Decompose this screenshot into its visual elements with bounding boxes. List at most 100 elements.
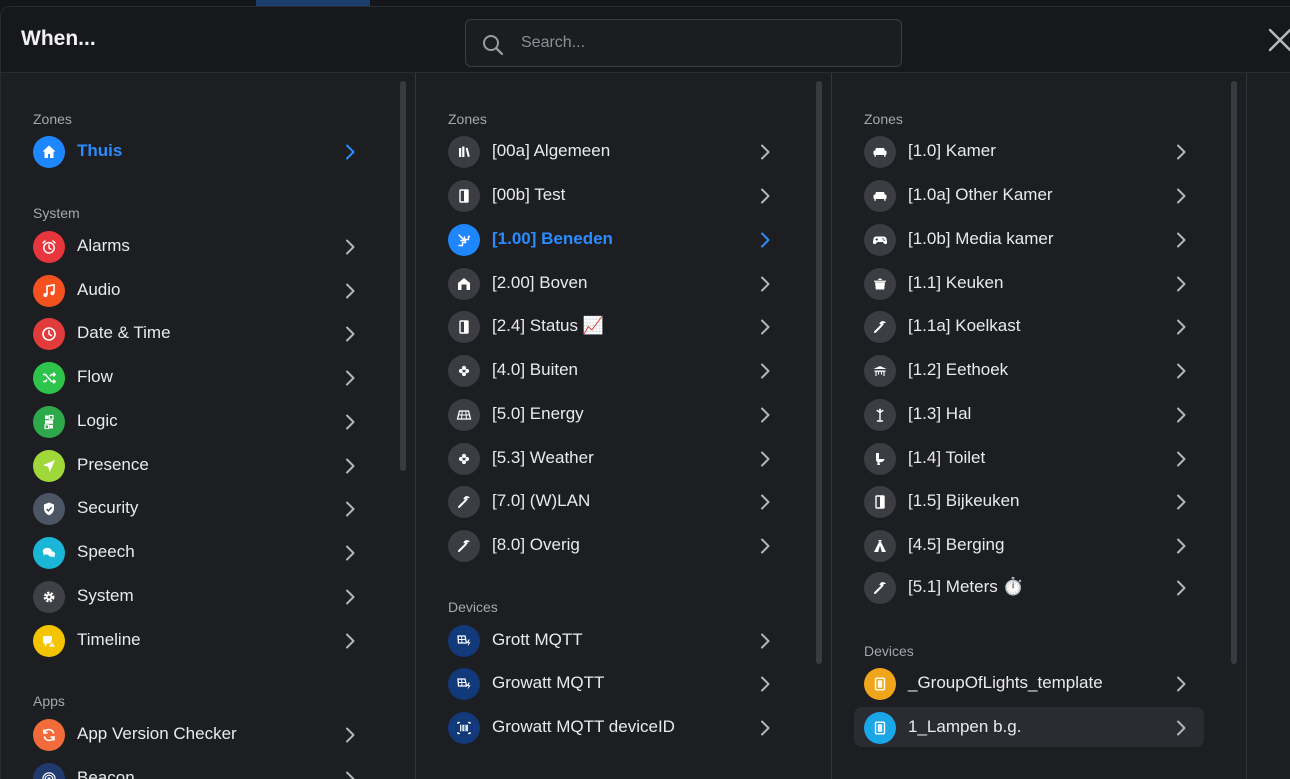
list-item-grott-mqtt[interactable]: Grott MQTT (438, 620, 788, 660)
search-input[interactable] (521, 20, 891, 66)
list-item-timeline[interactable]: Timeline (23, 620, 373, 660)
list-item-1-lampen-b-g[interactable]: 1_Lampen b.g. (854, 707, 1204, 747)
chevron-right-icon (346, 283, 355, 299)
beacon-icon (33, 763, 65, 779)
list-item-1-1a-koelkast[interactable]: [1.1a] Koelkast (854, 306, 1204, 346)
chevron-right-icon (1177, 232, 1186, 248)
list-item-1-4-toilet[interactable]: [1.4] Toilet (854, 438, 1204, 478)
list-item-1-0-kamer[interactable]: [1.0] Kamer (854, 131, 1204, 171)
list-item-4-0-buiten[interactable]: [4.0] Buiten (438, 350, 788, 390)
solar-panel-bolt-icon (448, 668, 480, 700)
column-3[interactable]: Zones [1.0] Kamer [1.0a] Other Kamer [1.0b]… (832, 73, 1246, 779)
list-item-thuis[interactable]: Thuis (23, 131, 373, 171)
list-item-system[interactable]: System (23, 576, 373, 616)
list-item-beacon[interactable]: Beacon (23, 758, 373, 779)
list-item-date-time[interactable]: Date & Time (23, 313, 373, 353)
chevron-right-icon (346, 458, 355, 474)
list-item-2-4-status[interactable]: [2.4] Status 📈 (438, 306, 788, 346)
list-item-flow[interactable]: Flow (23, 357, 373, 397)
chevron-right-icon (1177, 144, 1186, 160)
list-item-logic[interactable]: Logic (23, 401, 373, 441)
column-1-scrollbar[interactable] (400, 81, 406, 471)
list-item-label: Audio (77, 280, 121, 299)
list-item-1-1-keuken[interactable]: [1.1] Keuken (854, 263, 1204, 303)
chevron-right-icon (761, 633, 770, 649)
list-item-groupoflights-template[interactable]: _GroupOfLights_template (854, 663, 1204, 703)
columns: Zones Thuis System Alarms Audio Date & Time Fl… (1, 73, 1290, 779)
list-item-label: Logic (77, 411, 118, 430)
column-2[interactable]: Zones [00a] Algemeen [00b] Test [1.00] Bene… (416, 73, 831, 779)
list-item-label: Grott MQTT (492, 630, 583, 649)
column-3-scrollbar[interactable] (1231, 81, 1237, 664)
section-title-zones: Zones (864, 111, 903, 127)
dining-table-icon (864, 355, 896, 387)
section-title-system: System (33, 205, 80, 221)
solar-panel-bolt-icon (448, 625, 480, 657)
sofa-icon (864, 136, 896, 168)
list-item-7-0-w-lan[interactable]: [7.0] (W)LAN (438, 481, 788, 521)
door-icon (448, 311, 480, 343)
list-item-label: [1.0a] Other Kamer (908, 185, 1053, 204)
chevron-right-icon (346, 326, 355, 342)
chevron-right-icon (1177, 188, 1186, 204)
chevron-right-icon (1177, 451, 1186, 467)
list-item-label: Growatt MQTT deviceID (492, 717, 675, 736)
close-button[interactable] (1267, 27, 1290, 53)
location-arrow-icon (33, 450, 65, 482)
list-item-2-00-boven[interactable]: [2.00] Boven (438, 263, 788, 303)
list-item-label: [1.2] Eethoek (908, 360, 1009, 379)
list-item-audio[interactable]: Audio (23, 270, 373, 310)
list-item-1-0b-media-kamer[interactable]: [1.0b] Media kamer (854, 219, 1204, 259)
timeline-warning-icon (33, 625, 65, 657)
list-item-presence[interactable]: Presence (23, 445, 373, 485)
list-item-8-0-overig[interactable]: [8.0] Overig (438, 525, 788, 565)
list-item-5-1-meters[interactable]: [5.1] Meters ⏱️ (854, 567, 1204, 607)
list-item-1-00-beneden[interactable]: [1.00] Beneden (438, 219, 788, 259)
column-2-scrollbar[interactable] (816, 81, 822, 664)
chevron-right-icon (346, 545, 355, 561)
hammer-icon (448, 530, 480, 562)
list-item-00a-algemeen[interactable]: [00a] Algemeen (438, 131, 788, 171)
list-item-speech[interactable]: Speech (23, 532, 373, 572)
door-icon (864, 486, 896, 518)
coat-rack-icon (864, 399, 896, 431)
section-title-devices: Devices (864, 643, 914, 659)
list-item-label: [00b] Test (492, 185, 566, 204)
chevron-right-icon (346, 239, 355, 255)
chevron-right-icon (761, 144, 770, 160)
list-item-growatt-mqtt[interactable]: Growatt MQTT (438, 663, 788, 703)
chevron-right-icon (346, 414, 355, 430)
list-item-security[interactable]: Security (23, 488, 373, 528)
hammer-icon (448, 486, 480, 518)
list-item-app-version-checker[interactable]: App Version Checker (23, 714, 373, 754)
column-1[interactable]: Zones Thuis System Alarms Audio Date & Time Fl… (1, 73, 415, 779)
gear-icon (33, 581, 65, 613)
list-item-label: Thuis (77, 141, 123, 160)
list-item-1-0a-other-kamer[interactable]: [1.0a] Other Kamer (854, 175, 1204, 215)
list-item-label: Security (77, 498, 139, 517)
toilet-icon (864, 443, 896, 475)
list-item-5-3-weather[interactable]: [5.3] Weather (438, 438, 788, 478)
chevron-right-icon (761, 494, 770, 510)
light-group-icon (864, 712, 896, 744)
list-item-1-2-eethoek[interactable]: [1.2] Eethoek (854, 350, 1204, 390)
list-item-00b-test[interactable]: [00b] Test (438, 175, 788, 215)
list-item-5-0-energy[interactable]: [5.0] Energy (438, 394, 788, 434)
dialog-header: When... (1, 7, 1290, 73)
list-item-label: [5.0] Energy (492, 404, 584, 423)
stairs-down-icon (448, 224, 480, 256)
search-box[interactable] (465, 19, 902, 67)
list-item-label: [1.1] Keuken (908, 273, 1004, 292)
list-item-label: [7.0] (W)LAN (492, 491, 591, 510)
list-item-1-3-hal[interactable]: [1.3] Hal (854, 394, 1204, 434)
list-item-growatt-mqtt-deviceid[interactable]: Growatt MQTT deviceID (438, 707, 788, 747)
list-item-4-5-berging[interactable]: [4.5] Berging (854, 525, 1204, 565)
light-group-icon (864, 668, 896, 700)
gamepad-icon (864, 224, 896, 256)
list-item-label: [00a] Algemeen (492, 141, 611, 160)
list-item-label: [2.4] Status 📈 (492, 316, 604, 335)
alarm-clock-icon (33, 231, 65, 263)
chevron-right-icon (346, 370, 355, 386)
list-item-1-5-bijkeuken[interactable]: [1.5] Bijkeuken (854, 481, 1204, 521)
list-item-alarms[interactable]: Alarms (23, 226, 373, 266)
